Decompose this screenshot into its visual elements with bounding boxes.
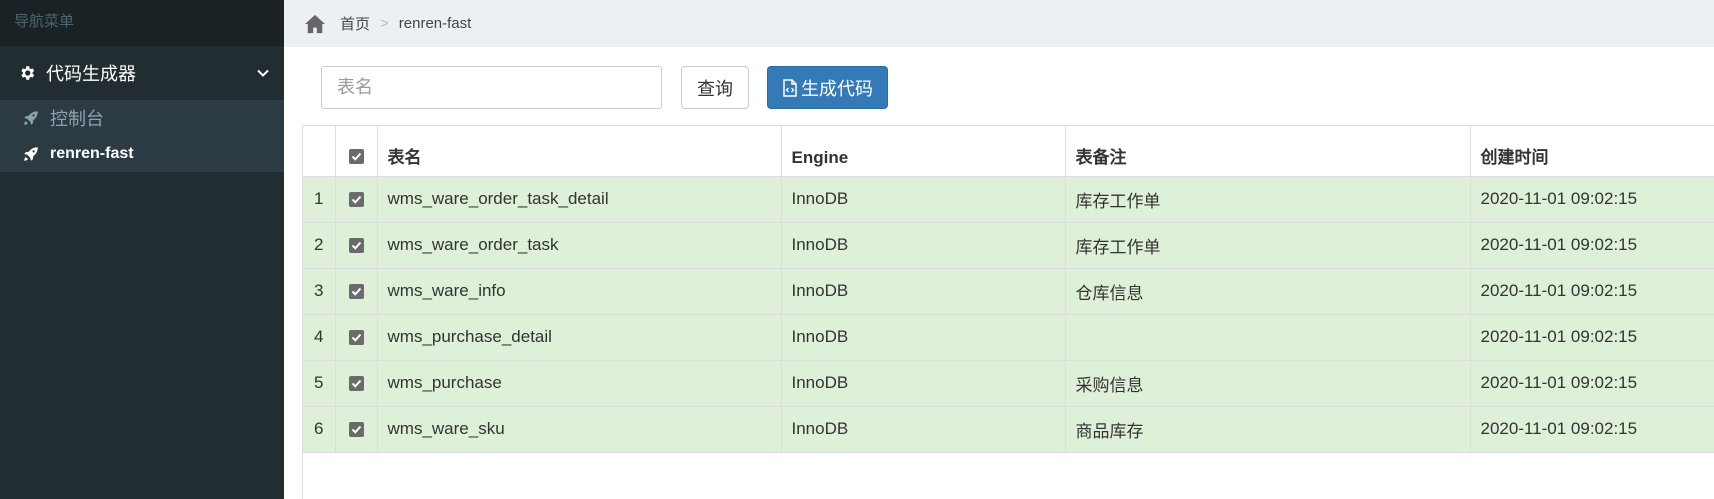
row-checkbox-cell[interactable] bbox=[335, 314, 378, 361]
row-checkbox[interactable] bbox=[348, 284, 364, 300]
header-rownum bbox=[303, 126, 336, 177]
cell-engine: InnoDB bbox=[781, 360, 1066, 407]
tables-list: 表名 Engine 表备注 创建时间 1 wms_ware_order_task… bbox=[303, 126, 1714, 453]
row-number: 6 bbox=[303, 406, 336, 453]
row-checkbox-cell[interactable] bbox=[335, 406, 378, 453]
breadcrumb-current: renren-fast bbox=[398, 15, 472, 32]
breadcrumb-separator: > bbox=[380, 15, 389, 32]
cell-comment: 库存工作单 bbox=[1065, 176, 1471, 223]
home-icon[interactable] bbox=[304, 14, 326, 34]
breadcrumb-home[interactable]: 首页 bbox=[340, 13, 370, 34]
table-row[interactable]: 5 wms_purchase InnoDB 采购信息 2020-11-01 09… bbox=[303, 360, 1714, 407]
select-all-checkbox[interactable] bbox=[348, 148, 364, 164]
table-row[interactable]: 1 wms_ware_order_task_detail InnoDB 库存工作… bbox=[303, 176, 1714, 223]
header-engine[interactable]: Engine bbox=[781, 126, 1066, 177]
row-checkbox[interactable] bbox=[348, 422, 364, 438]
sidebar-item-label: 控制台 bbox=[50, 109, 104, 129]
row-number: 4 bbox=[303, 314, 336, 361]
main-content: 首页 > renren-fast 查询 生成代码 bbox=[284, 0, 1714, 499]
row-checkbox[interactable] bbox=[348, 330, 364, 346]
app-root: 导航菜单 代码生成器 控制台 renren-fast 首页 > renren-f… bbox=[0, 0, 1714, 499]
cell-comment: 商品库存 bbox=[1065, 406, 1471, 453]
sidebar-item-renren-fast[interactable]: renren-fast bbox=[0, 136, 284, 172]
cell-comment: 库存工作单 bbox=[1065, 222, 1471, 269]
cell-engine: InnoDB bbox=[781, 406, 1066, 453]
file-code-icon bbox=[783, 78, 797, 97]
row-checkbox[interactable] bbox=[348, 376, 364, 392]
row-number: 3 bbox=[303, 268, 336, 315]
cell-comment: 仓库信息 bbox=[1065, 268, 1471, 315]
cell-comment: 采购信息 bbox=[1065, 360, 1471, 407]
table-grid: 表名 Engine 表备注 创建时间 1 wms_ware_order_task… bbox=[302, 125, 1714, 499]
table-header-row: 表名 Engine 表备注 创建时间 bbox=[303, 126, 1714, 177]
row-checkbox-cell[interactable] bbox=[335, 360, 378, 407]
table-row[interactable]: 4 wms_purchase_detail InnoDB 2020-11-01 … bbox=[303, 314, 1714, 361]
cell-engine: InnoDB bbox=[781, 222, 1066, 269]
table-row[interactable]: 2 wms_ware_order_task InnoDB 库存工作单 2020-… bbox=[303, 222, 1714, 269]
cell-created: 2020-11-01 09:02:15 bbox=[1470, 268, 1714, 315]
row-checkbox[interactable] bbox=[348, 192, 364, 208]
row-number: 1 bbox=[303, 176, 336, 223]
toolbar: 查询 生成代码 bbox=[321, 66, 888, 109]
gear-icon bbox=[21, 66, 35, 80]
cell-created: 2020-11-01 09:02:15 bbox=[1470, 176, 1714, 223]
row-number: 2 bbox=[303, 222, 336, 269]
search-input[interactable] bbox=[321, 66, 662, 109]
row-checkbox[interactable] bbox=[348, 238, 364, 254]
chevron-down-icon[interactable] bbox=[256, 66, 270, 80]
rocket-icon bbox=[24, 147, 38, 161]
breadcrumb: 首页 > renren-fast bbox=[284, 0, 1714, 47]
menu-code-generator[interactable]: 代码生成器 bbox=[0, 46, 284, 100]
row-checkbox-cell[interactable] bbox=[335, 268, 378, 315]
sidebar-header: 导航菜单 bbox=[0, 0, 284, 46]
cell-table-name: wms_ware_sku bbox=[377, 406, 782, 453]
cell-created: 2020-11-01 09:02:15 bbox=[1470, 222, 1714, 269]
cell-table-name: wms_ware_info bbox=[377, 268, 782, 315]
cell-engine: InnoDB bbox=[781, 268, 1066, 315]
row-checkbox-cell[interactable] bbox=[335, 176, 378, 223]
cell-table-name: wms_purchase bbox=[377, 360, 782, 407]
cell-table-name: wms_ware_order_task_detail bbox=[377, 176, 782, 223]
sidebar-item-label: renren-fast bbox=[50, 145, 134, 162]
row-checkbox-cell[interactable] bbox=[335, 222, 378, 269]
header-comment[interactable]: 表备注 bbox=[1065, 126, 1471, 177]
sidebar: 导航菜单 代码生成器 控制台 renren-fast bbox=[0, 0, 284, 499]
cell-comment bbox=[1065, 314, 1471, 361]
cell-created: 2020-11-01 09:02:15 bbox=[1470, 314, 1714, 361]
header-created[interactable]: 创建时间 bbox=[1470, 126, 1714, 177]
sidebar-item-console[interactable]: 控制台 bbox=[0, 100, 284, 136]
cell-engine: InnoDB bbox=[781, 314, 1066, 361]
table-row[interactable]: 6 wms_ware_sku InnoDB 商品库存 2020-11-01 09… bbox=[303, 406, 1714, 453]
cell-created: 2020-11-01 09:02:15 bbox=[1470, 360, 1714, 407]
rocket-icon bbox=[24, 111, 38, 125]
header-checkbox[interactable] bbox=[335, 126, 378, 177]
row-number: 5 bbox=[303, 360, 336, 407]
cell-table-name: wms_purchase_detail bbox=[377, 314, 782, 361]
generate-code-label: 生成代码 bbox=[801, 78, 873, 99]
table-row[interactable]: 3 wms_ware_info InnoDB 仓库信息 2020-11-01 0… bbox=[303, 268, 1714, 315]
cell-created: 2020-11-01 09:02:15 bbox=[1470, 406, 1714, 453]
cell-engine: InnoDB bbox=[781, 176, 1066, 223]
generate-code-button[interactable]: 生成代码 bbox=[767, 66, 888, 109]
header-table-name[interactable]: 表名 bbox=[377, 126, 782, 177]
submenu: 控制台 renren-fast bbox=[0, 100, 284, 172]
menu-parent-label: 代码生成器 bbox=[46, 64, 136, 84]
query-button[interactable]: 查询 bbox=[681, 66, 749, 109]
cell-table-name: wms_ware_order_task bbox=[377, 222, 782, 269]
